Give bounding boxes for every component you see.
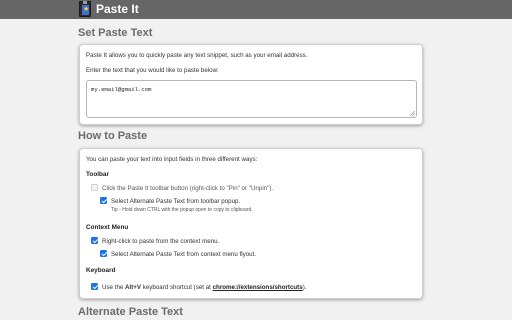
context-menu-checkbox[interactable] <box>91 237 98 244</box>
app-header: ★ Paste It <box>0 0 512 19</box>
alternate-paste-text-heading: Alternate Paste Text <box>78 306 183 318</box>
prompt-text: Enter the text that you would like to pa… <box>86 67 219 74</box>
clipboard-logo-icon: ★ <box>79 1 91 17</box>
set-paste-text-card: Paste It allows you to quickly paste any… <box>79 44 423 125</box>
set-paste-text-heading: Set Paste Text <box>78 27 153 39</box>
intro-text: Paste It allows you to quickly paste any… <box>86 52 308 59</box>
toolbar-label: Toolbar <box>86 171 109 178</box>
keyboard-shortcut-option: Use the Alt+V keyboard shortcut (set at … <box>102 284 306 291</box>
how-to-paste-heading: How to Paste <box>78 130 148 142</box>
keyboard-label: Keyboard <box>86 267 116 274</box>
shortcuts-settings-link[interactable]: chrome://extensions/shortcuts <box>213 284 303 291</box>
resize-handle-icon[interactable] <box>410 111 415 116</box>
context-flyout-option: Select Alternate Paste Text from context… <box>111 251 257 258</box>
toolbar-popup-checkbox[interactable] <box>100 197 107 204</box>
context-menu-label: Context Menu <box>86 224 129 231</box>
keyboard-shortcut-keys: Alt+V <box>125 284 142 291</box>
toolbar-popup-option: Select Alternate Paste Text from toolbar… <box>111 198 241 205</box>
toolbar-tip: Tip - Hold down CTRL with the popup open… <box>111 207 253 213</box>
keyboard-shortcut-checkbox[interactable] <box>91 283 98 290</box>
paste-text-textarea[interactable]: my.email@gmail.com <box>86 80 417 118</box>
app-title: Paste It <box>96 2 139 16</box>
paste-text-value: my.email@gmail.com <box>91 86 152 93</box>
toolbar-button-option: Click the Paste It toolbar button (right… <box>102 185 274 192</box>
how-to-paste-card: You can paste your text into input field… <box>79 148 423 299</box>
context-flyout-checkbox[interactable] <box>100 250 107 257</box>
keyboard-option-suffix: ). <box>302 284 307 291</box>
how-to-intro-text: You can paste your text into input field… <box>86 156 258 163</box>
context-menu-option: Right-click to paste from the context me… <box>102 238 220 245</box>
keyboard-option-prefix: Use the <box>102 284 126 291</box>
keyboard-option-middle: keyboard shortcut (set at <box>141 284 213 291</box>
toolbar-button-checkbox[interactable] <box>91 184 98 191</box>
